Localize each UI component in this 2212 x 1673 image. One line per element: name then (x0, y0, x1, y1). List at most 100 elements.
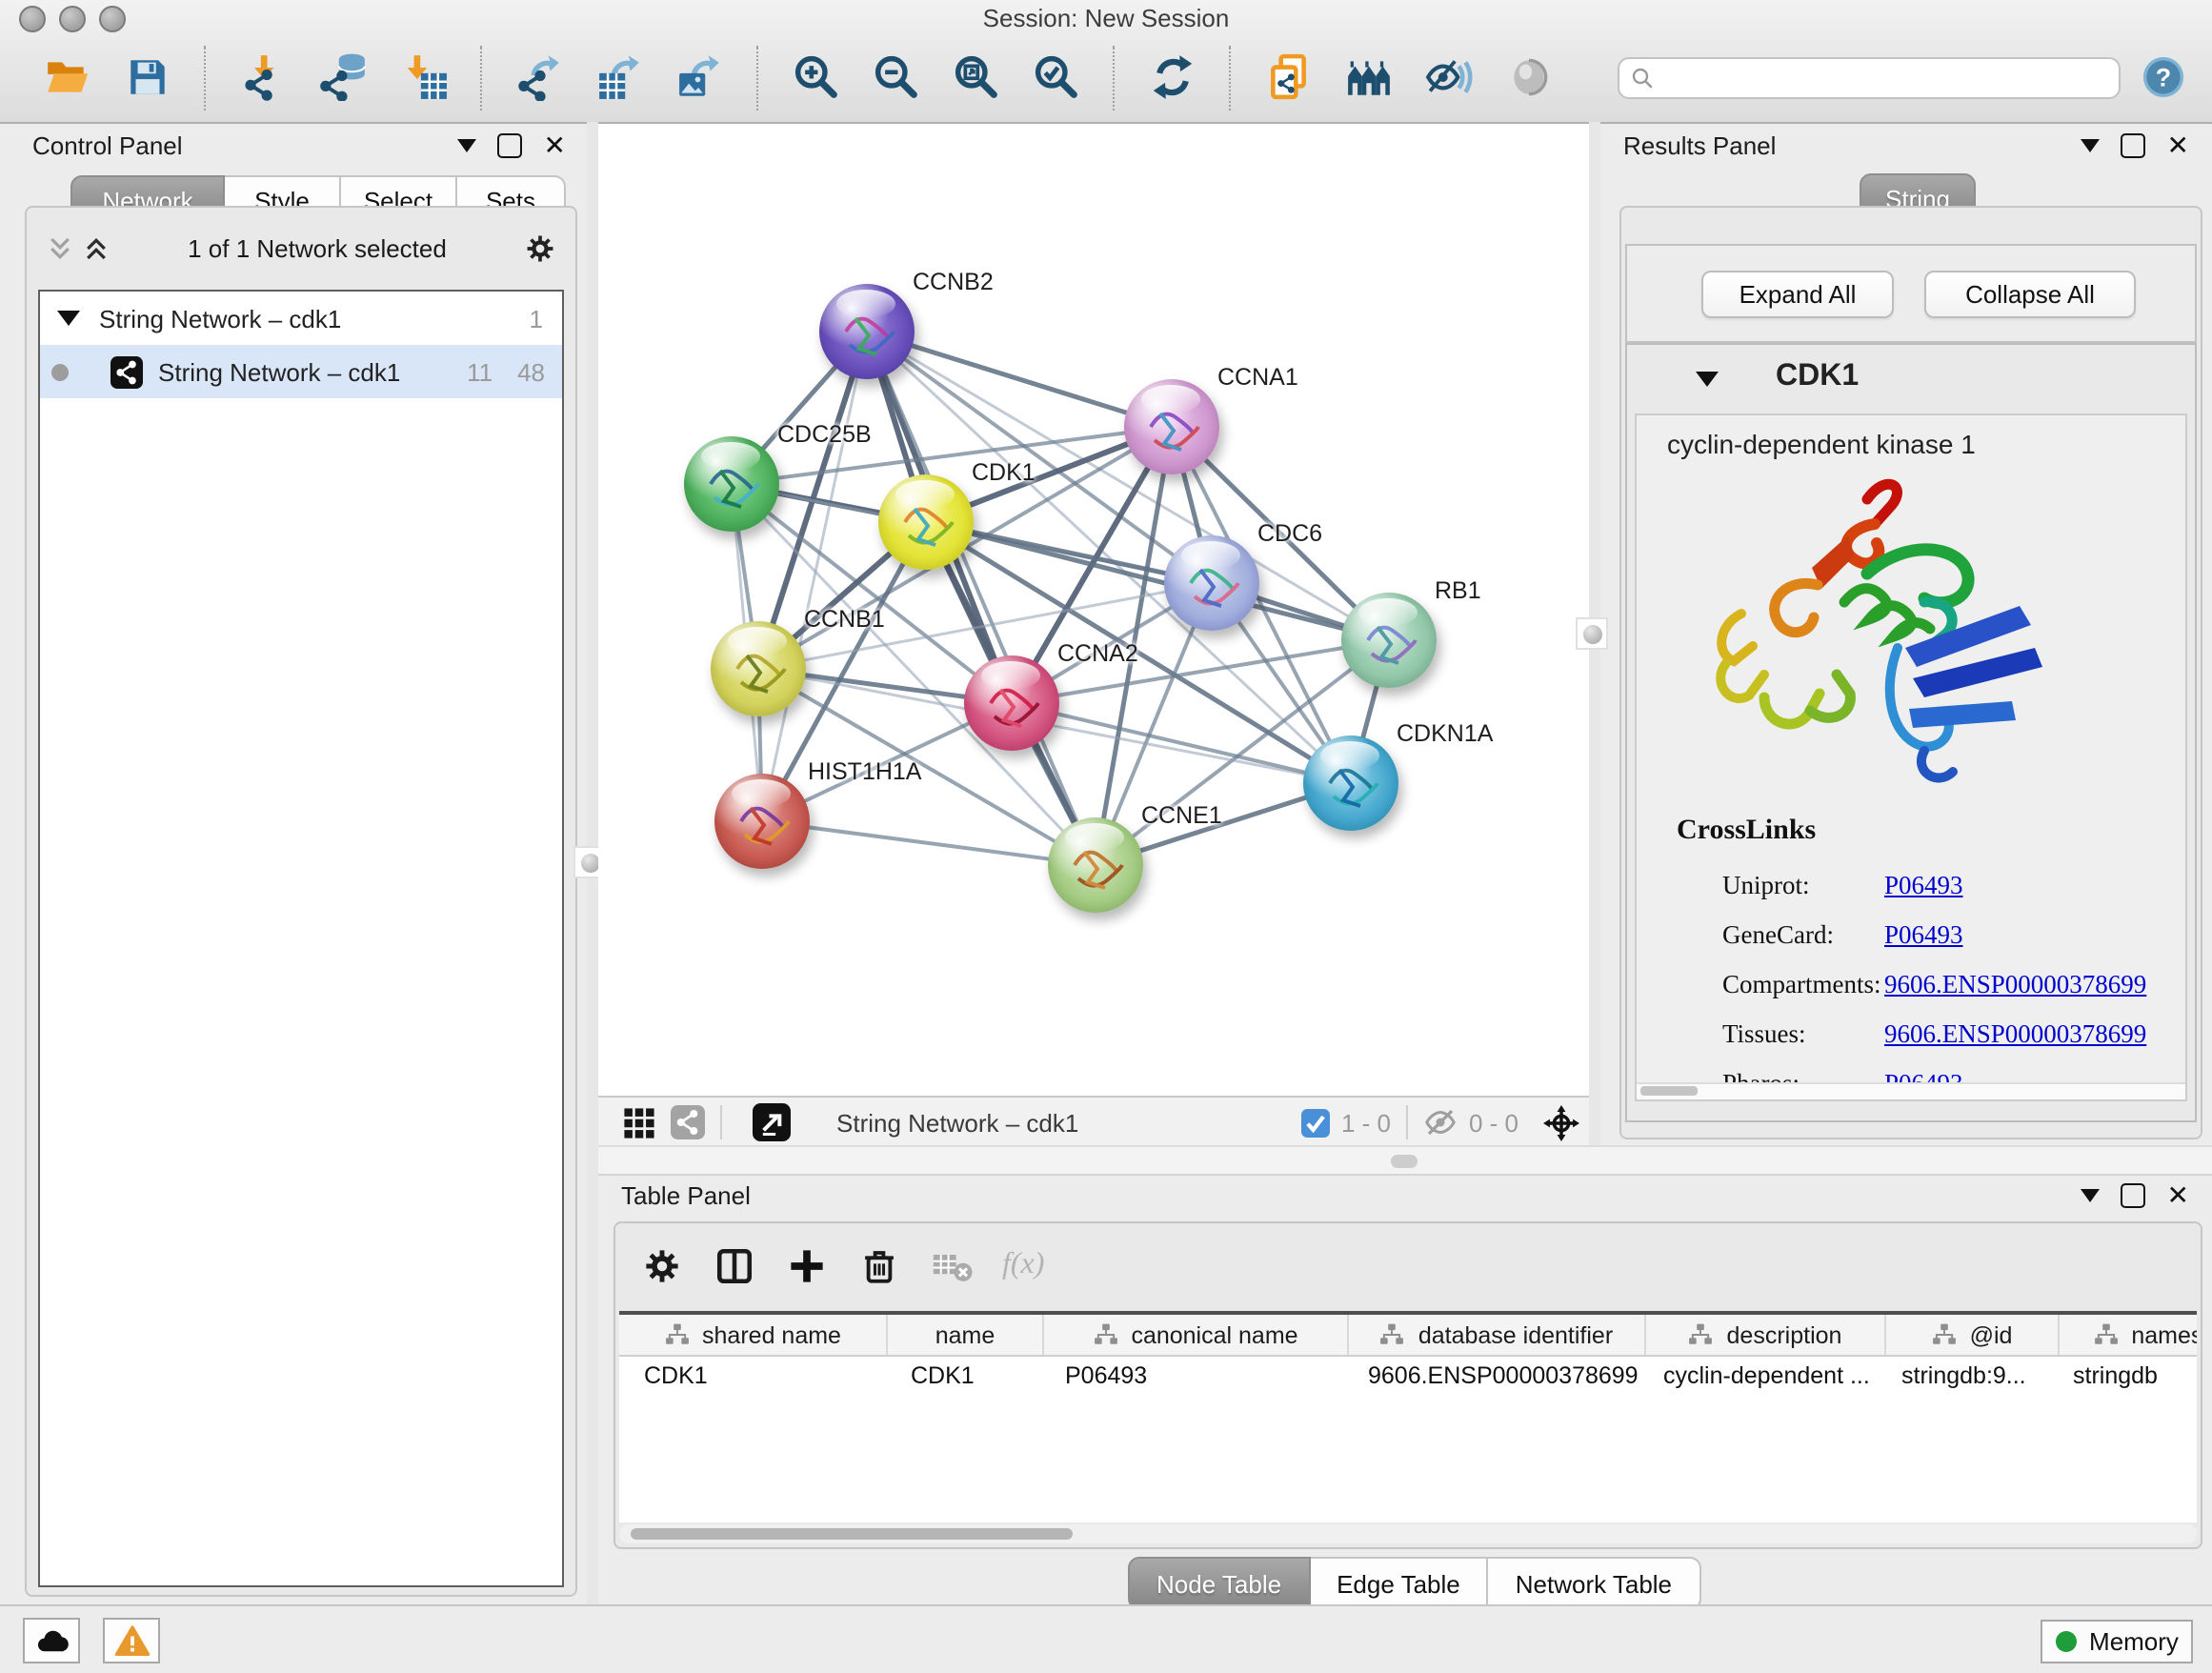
panel-menu-icon[interactable] (2081, 138, 2101, 151)
node-HIST1H1A[interactable] (714, 774, 810, 869)
copy-documents-icon[interactable] (1261, 49, 1315, 106)
node-CDKN1A[interactable] (1303, 736, 1398, 831)
node-CDC6[interactable] (1164, 535, 1259, 631)
column-header-namespace[interactable]: namespace (2060, 1315, 2197, 1355)
node-result-body: cyclin-dependent kinase 1 (1635, 413, 2187, 1101)
float-panel-icon[interactable] (2122, 132, 2146, 157)
node-CDK1[interactable] (878, 474, 974, 570)
collapse-section-icon[interactable] (1696, 372, 1719, 387)
help-icon[interactable]: ? (2142, 55, 2185, 99)
zoom-in-icon[interactable] (789, 49, 842, 106)
search-box[interactable] (1618, 56, 2121, 98)
close-panel-icon[interactable]: ✕ (2167, 1181, 2189, 1208)
fit-content-crosshair-icon[interactable] (1543, 1104, 1579, 1140)
collapse-all-button[interactable]: Collapse All (1924, 271, 2136, 318)
table-horizontal-scrollbar[interactable] (619, 1524, 2197, 1543)
node-CDC25B[interactable] (684, 436, 779, 532)
close-panel-icon[interactable]: ✕ (544, 131, 566, 158)
collapse-all-icon[interactable] (46, 234, 74, 263)
table-options-gear-icon[interactable] (640, 1243, 684, 1287)
network-share-icon[interactable] (671, 1105, 705, 1139)
results-horizontal-scrollbar[interactable] (1637, 1082, 2185, 1099)
import-network-icon[interactable] (236, 49, 290, 106)
houses-icon[interactable] (1341, 49, 1395, 106)
column-header-sharedname[interactable]: shared name (619, 1315, 888, 1355)
float-panel-icon[interactable] (498, 132, 523, 157)
node-result-header[interactable]: CDK1 (1627, 345, 2195, 413)
main-toolbar: ? (0, 34, 2212, 120)
refresh-icon[interactable] (1145, 49, 1198, 106)
network-canvas[interactable]: CCNB2 CCNA1 CDC25B CDK1 CDC6 RB1 (598, 124, 1589, 1096)
zoom-selected-icon[interactable] (1029, 49, 1082, 106)
tab-network-table[interactable]: Network Table (1489, 1557, 1700, 1610)
expand-all-icon[interactable] (82, 234, 111, 263)
selected-checkbox-icon[interactable] (1301, 1108, 1330, 1137)
table-cell[interactable]: stringdb (2048, 1357, 2197, 1393)
birds-eye-view-icon[interactable] (753, 1103, 791, 1141)
node-RB1[interactable] (1341, 593, 1437, 688)
network-title: String Network – cdk1 (836, 1108, 1078, 1137)
crosslink-label: Uniprot: (1722, 871, 1884, 901)
crosslink-link[interactable]: P06493 (1884, 871, 1963, 901)
export-network-icon[interactable] (513, 49, 566, 106)
export-table-icon[interactable] (593, 49, 646, 106)
expand-all-button[interactable]: Expand All (1701, 271, 1894, 318)
title-bar[interactable]: Session: New Session (0, 0, 2212, 34)
table-cell[interactable]: cyclin-dependent ... (1639, 1357, 1877, 1393)
column-header-databaseidentifier[interactable]: database identifier (1349, 1315, 1646, 1355)
column-label: database identifier (1418, 1321, 1613, 1348)
node-CCNA1[interactable] (1124, 379, 1219, 474)
node-CCNA2[interactable] (964, 655, 1059, 751)
node-CCNE1[interactable] (1048, 817, 1143, 913)
open-icon[interactable] (40, 49, 93, 106)
hide-eye-icon[interactable] (1421, 49, 1475, 106)
table-cell[interactable]: CDK1 (886, 1357, 1040, 1393)
export-image-icon[interactable] (673, 49, 726, 106)
network-options-gear-icon[interactable] (524, 232, 556, 265)
zoom-out-icon[interactable] (869, 49, 922, 106)
collection-expander-icon[interactable] (57, 311, 80, 326)
node-CCNB2[interactable] (819, 284, 915, 379)
network-row[interactable]: String Network – cdk1 11 48 (40, 345, 562, 398)
cloud-button[interactable] (23, 1618, 80, 1663)
table-cell[interactable]: P06493 (1040, 1357, 1343, 1393)
scrollbar-thumb[interactable] (631, 1528, 1073, 1540)
table-cell[interactable]: stringdb:9... (1877, 1357, 2048, 1393)
crosslink-link[interactable]: P06493 (1884, 920, 1963, 951)
column-header-name[interactable]: name (888, 1315, 1044, 1355)
grid-view-icon[interactable] (623, 1106, 655, 1139)
horizontal-splitter-handle[interactable] (1391, 1155, 1418, 1168)
save-icon[interactable] (120, 49, 173, 106)
column-header-canonicalname[interactable]: canonical name (1044, 1315, 1349, 1355)
float-panel-icon[interactable] (2122, 1182, 2146, 1207)
add-column-icon[interactable] (785, 1243, 829, 1287)
panel-menu-icon[interactable] (2081, 1188, 2101, 1201)
hidden-eye-icon[interactable] (1423, 1105, 1458, 1139)
table-row[interactable]: CDK1CDK1P064939606.ENSP00000378699cyclin… (619, 1357, 2197, 1393)
crosslink-link[interactable]: 9606.ENSP00000378699 (1884, 1019, 2146, 1050)
search-input[interactable] (1663, 62, 2107, 92)
tab-edge-table[interactable]: Edge Table (1310, 1557, 1489, 1610)
memory-button[interactable]: Memory (2041, 1620, 2193, 1663)
eye-disabled-icon[interactable] (1501, 49, 1555, 106)
panel-menu-icon[interactable] (458, 138, 477, 151)
column-header-id[interactable]: @id (1886, 1315, 2060, 1355)
crosslink-link[interactable]: 9606.ENSP00000378699 (1884, 970, 2146, 1000)
tab-node-table[interactable]: Node Table (1128, 1557, 1310, 1610)
toolbar-separator (1113, 45, 1115, 110)
import-table-icon[interactable] (396, 49, 450, 106)
import-database-icon[interactable] (316, 49, 370, 106)
network-collection-row[interactable]: String Network – cdk1 1 (40, 292, 562, 345)
crosslinks-list: Uniprot: P06493GeneCard: P06493Compartme… (1722, 861, 2170, 1101)
node-label-CDC25B: CDC25B (777, 421, 872, 448)
node-CCNB1[interactable] (711, 621, 806, 716)
table-cell[interactable]: CDK1 (619, 1357, 886, 1393)
node-label-CDC6: CDC6 (1257, 520, 1322, 547)
column-header-description[interactable]: description (1646, 1315, 1886, 1355)
zoom-fit-icon[interactable] (949, 49, 1002, 106)
close-panel-icon[interactable]: ✕ (2167, 131, 2189, 158)
show-columns-icon[interactable] (713, 1243, 756, 1287)
table-cell[interactable]: 9606.ENSP00000378699 (1343, 1357, 1639, 1393)
warnings-button[interactable] (103, 1618, 160, 1663)
delete-column-trash-icon[interactable] (857, 1243, 901, 1287)
